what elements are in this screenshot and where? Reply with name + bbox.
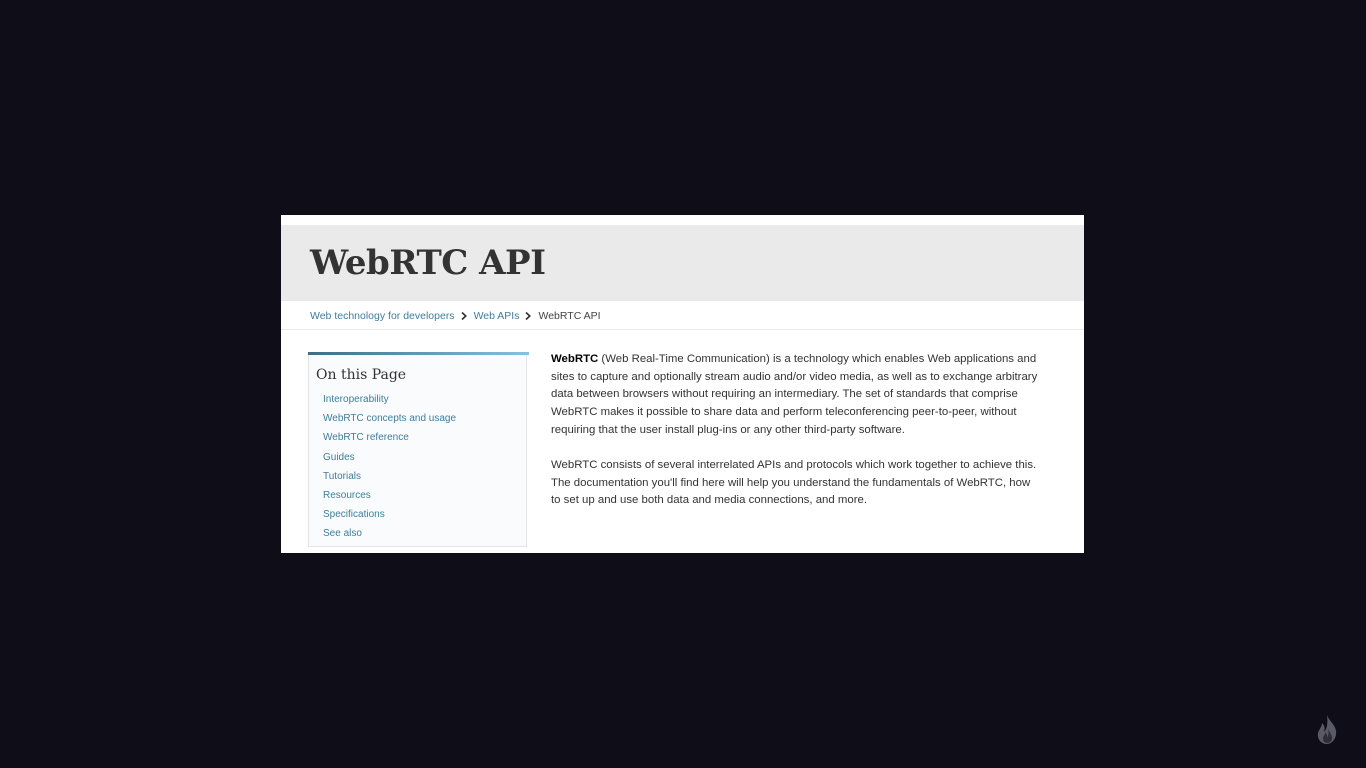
toc-item-specifications[interactable]: Specifications (323, 507, 456, 526)
breadcrumb-link-web-apis[interactable]: Web APIs (474, 308, 520, 324)
main-content: WebRTC (Web Real-Time Communication) is … (551, 351, 1041, 528)
toc-item-tutorials[interactable]: Tutorials (323, 469, 456, 488)
sidebar-heading: On this Page (316, 367, 407, 383)
webpage-screenshot: WebRTC API Web technology for developers… (281, 215, 1084, 553)
flame-logo-icon (1317, 715, 1337, 744)
toc-list: Interoperability WebRTC concepts and usa… (323, 392, 456, 546)
overview-paragraph: WebRTC consists of several interrelated … (551, 459, 1037, 507)
toc-item-concepts-and-usage[interactable]: WebRTC concepts and usage (323, 411, 456, 430)
page-title: WebRTC API (310, 243, 546, 283)
on-this-page-sidebar: On this Page Interoperability WebRTC con… (308, 352, 529, 547)
toc-item-resources[interactable]: Resources (323, 488, 456, 507)
intro-text: (Web Real-Time Communication) is a techn… (551, 353, 1038, 436)
intro-term: WebRTC (551, 353, 599, 365)
toc-item-reference[interactable]: WebRTC reference (323, 430, 456, 449)
divider (281, 329, 1084, 330)
toc-item-interoperability[interactable]: Interoperability (323, 392, 456, 411)
intro-paragraph: WebRTC (Web Real-Time Communication) is … (551, 351, 1041, 440)
breadcrumb-current-page: WebRTC API (538, 310, 601, 322)
video-frame: WebRTC API Web technology for developers… (0, 0, 1366, 768)
chevron-right-icon (461, 311, 467, 321)
toc-item-see-also[interactable]: See also (323, 526, 456, 545)
chevron-right-icon (525, 311, 532, 321)
toc-item-guides[interactable]: Guides (323, 450, 456, 469)
sidebar-accent-bar (308, 352, 529, 355)
breadcrumb-link-web-technology[interactable]: Web technology for developers (310, 308, 455, 324)
breadcrumb: Web technology for developers Web APIs W… (310, 308, 601, 324)
title-banner: WebRTC API (281, 225, 1084, 301)
